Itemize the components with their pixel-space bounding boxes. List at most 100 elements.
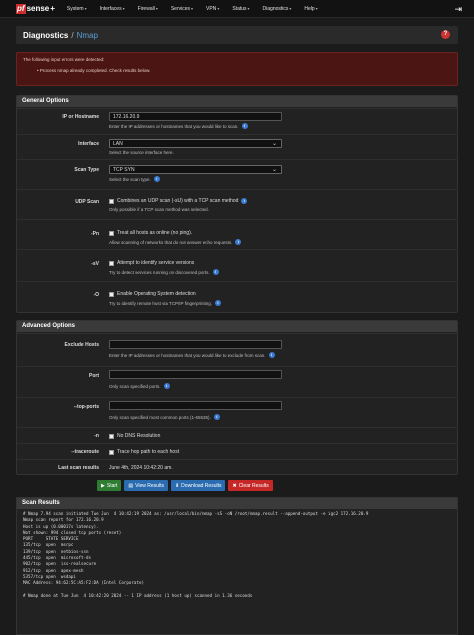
general-options-panel: General Options IP or Hostname 172.16.20… [16, 95, 458, 313]
menu-help[interactable]: Help ▾ [304, 6, 317, 12]
os-row: -O Enable Operating System detection Try… [17, 281, 457, 312]
ip-input[interactable]: 172.16.20.9 [109, 112, 282, 121]
os-checkbox-row: Enable Operating System detection [109, 291, 221, 297]
ip-row: IP or Hostname 172.16.20.9 Enter the IP … [17, 108, 457, 134]
select-value: TCP SYN [113, 167, 135, 173]
info-icon[interactable]: i [212, 269, 219, 275]
no-dns-row: -n No DNS Resolution [17, 427, 457, 443]
checkbox-label: Enable Operating System detection [117, 291, 196, 297]
top-ports-label: --top-ports [73, 404, 99, 410]
pn-label: -Pn [90, 231, 99, 237]
scan-type-row: Scan Type TCP SYN ⌄ Select the scan type.… [17, 159, 457, 189]
help-icon[interactable]: ? [441, 30, 450, 39]
input-error-alert: The following input errors were detected… [16, 52, 458, 86]
caret-down-icon: ▾ [217, 6, 220, 11]
top-ports-input[interactable] [109, 401, 282, 410]
interface-select[interactable]: LAN ⌄ [109, 139, 282, 148]
menu-status[interactable]: Status ▾ [232, 6, 249, 12]
os-checkbox[interactable] [109, 291, 114, 297]
checkbox-label: Trace hop path to each host [117, 449, 180, 455]
view-results-button[interactable]: ▤ View Results [124, 480, 168, 491]
menu-label: System [66, 5, 84, 12]
menu-label: Status [232, 5, 247, 12]
scan-results-output[interactable]: # Nmap 7.94 scan initiated Tue Jun 4 10:… [17, 509, 457, 601]
last-scan-row: Last scan results June 4th, 2024 10:42:2… [17, 459, 457, 475]
file-icon: ▤ [128, 482, 134, 489]
download-results-button[interactable]: ⬇ Download Results [170, 480, 226, 491]
no-dns-checkbox[interactable] [109, 433, 114, 439]
advanced-options-panel: Advanced Options Exclude Hosts Enter the… [16, 320, 458, 475]
logo-plus: + [50, 4, 55, 13]
last-scan-value: June 4th, 2024 10:42:20 am. [109, 465, 173, 471]
info-icon[interactable]: i [153, 176, 160, 182]
start-button[interactable]: ▶ Start [97, 480, 122, 491]
menu-vpn[interactable]: VPN ▾ [206, 6, 219, 12]
menu-label: Diagnostics [262, 5, 289, 12]
scan-type-select[interactable]: TCP SYN ⌄ [109, 165, 282, 174]
pfsense-logo[interactable]: pf sense + [16, 0, 55, 18]
info-icon[interactable]: i [214, 300, 221, 306]
udp-label: UDP Scan [75, 199, 99, 205]
info-icon[interactable]: i [213, 414, 220, 420]
interface-label: Interface [78, 141, 99, 147]
hint-text: Only scan specified ports. [109, 383, 161, 389]
hint-text: Try to detect services running on discov… [109, 269, 210, 275]
info-icon[interactable]: i [241, 198, 248, 204]
panel-title: General Options [17, 96, 457, 107]
menu-label: Interfaces [99, 5, 122, 12]
exclude-label: Exclude Hosts [64, 342, 99, 348]
last-scan-label: Last scan results [58, 465, 99, 471]
menu-firewall[interactable]: Firewall ▾ [138, 6, 158, 12]
main-menu: System ▾ Interfaces ▾ Firewall ▾ Services ▾ … [67, 6, 331, 12]
info-icon[interactable]: i [241, 123, 248, 129]
clear-results-button[interactable]: ✖ Clear Results [228, 480, 273, 491]
menu-interfaces[interactable]: Interfaces ▾ [100, 6, 125, 12]
trash-icon: ✖ [232, 482, 237, 489]
top-navbar: pf sense + System ▾ Interfaces ▾ Firewall ▾… [0, 0, 474, 18]
port-input[interactable] [109, 370, 282, 379]
menu-label: Help [304, 5, 315, 12]
sv-label: -sV [91, 261, 99, 267]
menu-services[interactable]: Services ▾ [171, 6, 193, 12]
port-hint: Only scan specified ports. i [109, 383, 282, 389]
os-hint: Try to identify remote host via TCP/IP f… [109, 300, 221, 306]
no-dns-label: -n [94, 433, 99, 439]
action-buttons: ▶ Start ▤ View Results ⬇ Download Results ✖… [97, 480, 276, 491]
menu-diagnostics[interactable]: Diagnostics ▾ [263, 6, 292, 12]
chevron-down-icon: ⌄ [271, 141, 277, 147]
logo-pf: pf [16, 3, 26, 14]
menu-system[interactable]: System ▾ [67, 6, 87, 12]
breadcrumb-page[interactable]: Nmap [77, 31, 98, 40]
traceroute-checkbox[interactable] [109, 449, 114, 455]
traceroute-row: --traceroute Trace hop path to each host [17, 443, 457, 459]
info-icon[interactable]: i [235, 239, 242, 245]
pn-checkbox[interactable] [109, 230, 114, 236]
hint-text: Try to identify remote host via TCP/IP f… [109, 300, 212, 306]
info-icon[interactable]: i [268, 352, 275, 358]
menu-label: Services [170, 5, 191, 12]
logout-icon[interactable]: ⇥ [454, 4, 462, 15]
scan-results-panel: Scan Results # Nmap 7.94 scan initiated … [16, 497, 458, 635]
sv-checkbox[interactable] [109, 260, 114, 266]
udp-checkbox[interactable] [109, 198, 114, 204]
info-icon[interactable]: i [163, 383, 170, 389]
select-value: LAN [113, 141, 123, 147]
os-label: -O [93, 292, 99, 298]
caret-down-icon: ▾ [191, 6, 194, 11]
hint-text: Allow scanning of networks that do not a… [109, 239, 233, 245]
port-label: Port [89, 373, 99, 379]
panel-title: Scan Results [17, 498, 457, 509]
button-label: View Results [135, 482, 164, 489]
hint-text: Select the scan type. [109, 176, 151, 182]
exclude-input[interactable] [109, 340, 282, 349]
play-icon: ▶ [101, 482, 105, 489]
pn-row: -Pn Treat all hosts as online (no ping).… [17, 219, 457, 249]
top-ports-row: --top-ports Only scan specified most com… [17, 397, 457, 427]
caret-down-icon: ▾ [122, 6, 125, 11]
hint-text: Enter the IP addresses or hostnames that… [109, 123, 239, 129]
alert-list: Process nmap already completed. Check re… [37, 68, 451, 73]
udp-row: UDP Scan Combines an UDP scan (-sU) with… [17, 189, 457, 219]
caret-down-icon: ▾ [315, 6, 318, 11]
checkbox-label: Combines an UDP scan (-sU) with a TCP sc… [117, 198, 239, 204]
sv-hint: Try to detect services running on discov… [109, 269, 219, 275]
